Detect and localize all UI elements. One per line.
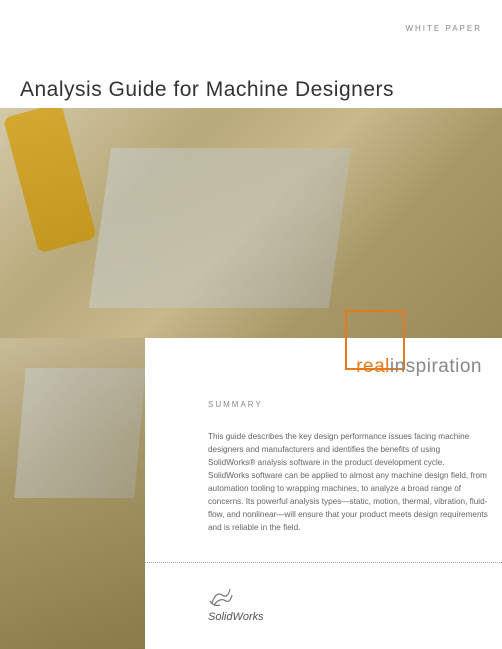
document-type-label: WHITE PAPER xyxy=(405,24,482,33)
tagline-word-2: inspiration xyxy=(390,356,482,377)
brand-name: SolidWorks xyxy=(208,611,264,623)
hero-machine-image xyxy=(0,108,502,338)
secondary-machine-image xyxy=(0,338,145,649)
brand-logo: SolidWorks xyxy=(208,585,264,623)
solidworks-logo-icon xyxy=(208,585,234,609)
summary-body: This guide describes the key design perf… xyxy=(208,430,488,534)
summary-heading: SUMMARY xyxy=(208,400,263,409)
divider-line xyxy=(145,562,502,563)
tagline-word-1: real xyxy=(356,356,390,377)
page-title: Analysis Guide for Machine Designers xyxy=(20,78,394,102)
tagline: realinspiration xyxy=(356,356,482,378)
